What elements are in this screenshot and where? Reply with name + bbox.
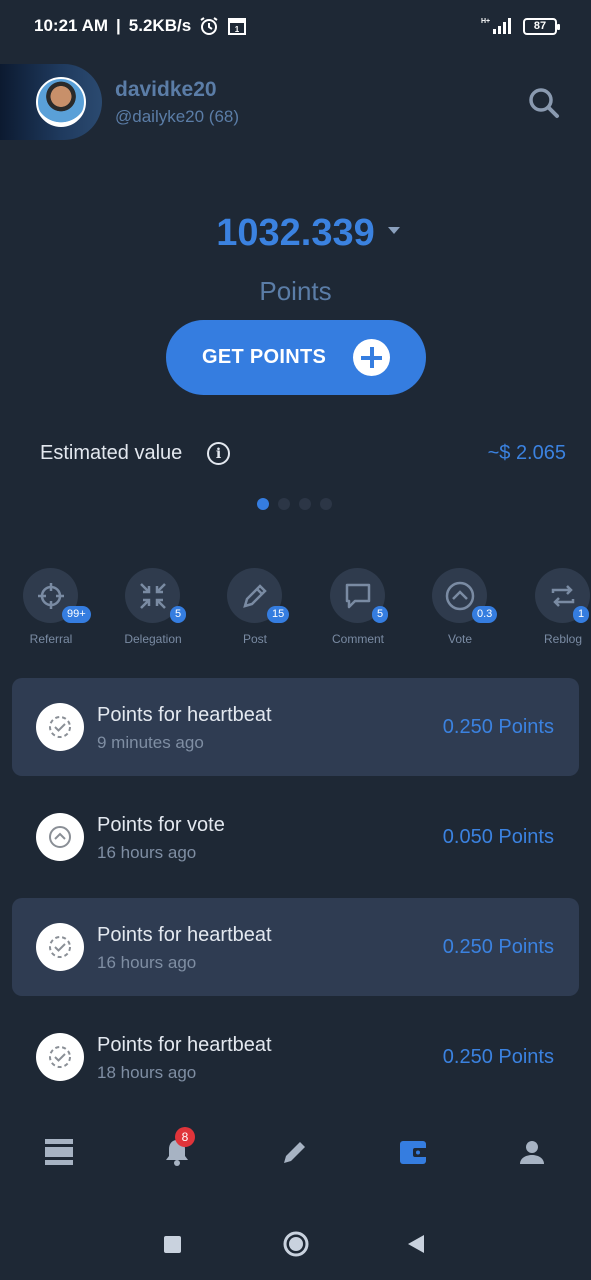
transaction-time: 18 hours ago [97, 1063, 197, 1082]
heartbeat-check-icon [36, 923, 84, 971]
transaction-title: Points for vote [97, 814, 225, 836]
action-badge: 0.3 [472, 606, 498, 623]
pager-dots [257, 498, 332, 510]
feed-icon[interactable] [39, 1132, 79, 1172]
profile-icon[interactable] [512, 1132, 552, 1172]
estimated-value: ~$ 2.065 [487, 442, 566, 464]
plus-icon [353, 339, 390, 376]
battery-indicator: 87 [523, 17, 560, 35]
bell-icon[interactable]: 8 [157, 1127, 197, 1172]
action-badge: 99+ [62, 606, 91, 623]
username[interactable]: davidke20 [115, 78, 217, 102]
avatar[interactable] [36, 77, 86, 127]
signal-icon: H+ [481, 16, 513, 36]
pager-dot[interactable] [320, 498, 332, 510]
heartbeat-check-icon [36, 703, 84, 751]
list-item[interactable]: Points for heartbeat 18 hours ago 0.250 … [12, 1008, 579, 1106]
clock: 10:21 AM [34, 16, 109, 35]
action-badge: 5 [170, 606, 187, 623]
action-label: Post [242, 632, 267, 646]
get-points-label: GET POINTS [202, 346, 327, 368]
transaction-time: 9 minutes ago [97, 733, 204, 752]
user-handle: @dailyke20 (68) [115, 107, 240, 126]
action-badge: 1 [573, 606, 590, 623]
action-label: Referral [29, 632, 73, 646]
status-separator: | [116, 16, 121, 35]
action-badge: 15 [267, 606, 290, 623]
recents-button[interactable] [163, 1235, 182, 1259]
pager-dot[interactable] [278, 498, 290, 510]
list-item[interactable]: Points for vote 16 hours ago 0.050 Point… [12, 788, 579, 886]
status-bar: 10:21 AM | 5.2KB/s 1 H+ 87 [0, 0, 591, 52]
edit-icon[interactable] [275, 1132, 315, 1172]
calendar-icon: 1 [227, 16, 247, 36]
action-label: Delegation [124, 632, 182, 646]
earn-actions-row[interactable]: 99+ Referral 5 Delegation 15 Post 5 Comm… [0, 568, 591, 648]
back-button[interactable] [406, 1234, 426, 1259]
action-badge: 5 [372, 606, 389, 623]
transaction-time: 16 hours ago [97, 843, 197, 862]
transaction-amount: 0.250 Points [442, 1046, 554, 1068]
transaction-amount: 0.250 Points [442, 936, 554, 958]
transaction-amount: 0.050 Points [442, 826, 554, 848]
points-balance-value: 1032.339 [216, 212, 375, 254]
avatar-container[interactable] [0, 64, 102, 140]
bottom-navigation: 8 [0, 1120, 591, 1190]
action-label: Reblog [543, 632, 583, 646]
balance-label: Points [259, 276, 332, 306]
transaction-time: 16 hours ago [97, 953, 197, 972]
search-icon[interactable] [527, 86, 561, 120]
list-item[interactable]: Points for heartbeat 9 minutes ago 0.250… [12, 678, 579, 776]
network-speed: 5.2KB/s [128, 16, 192, 35]
svg-text:H+: H+ [481, 18, 490, 25]
transaction-title: Points for heartbeat [97, 704, 272, 726]
notification-badge: 8 [175, 1127, 195, 1147]
action-label: Vote [447, 632, 473, 646]
alarm-icon [199, 16, 219, 36]
action-label: Comment [331, 632, 384, 646]
heartbeat-check-icon [36, 1033, 84, 1081]
wallet-icon[interactable] [394, 1132, 434, 1172]
get-points-button[interactable]: GET POINTS [166, 320, 426, 395]
pager-dot[interactable] [299, 498, 311, 510]
info-icon[interactable]: i [207, 442, 230, 465]
list-item[interactable]: Points for heartbeat 16 hours ago 0.250 … [12, 898, 579, 996]
caret-down-icon[interactable] [387, 227, 400, 234]
system-navigation [0, 1210, 591, 1280]
balance-display: 1032.339 [0, 212, 591, 255]
transaction-amount: 0.250 Points [442, 716, 554, 738]
vote-icon [36, 813, 84, 861]
estimated-value-label: Estimated value [40, 442, 183, 464]
transaction-title: Points for heartbeat [97, 924, 272, 946]
transaction-title: Points for heartbeat [97, 1034, 272, 1056]
pager-dot[interactable] [257, 498, 269, 510]
svg-text:1: 1 [235, 25, 240, 34]
home-button[interactable] [282, 1230, 310, 1263]
points-balance[interactable]: 1032.339 [216, 212, 400, 255]
profile-header: davidke20 @dailyke20 (68) [0, 64, 591, 142]
